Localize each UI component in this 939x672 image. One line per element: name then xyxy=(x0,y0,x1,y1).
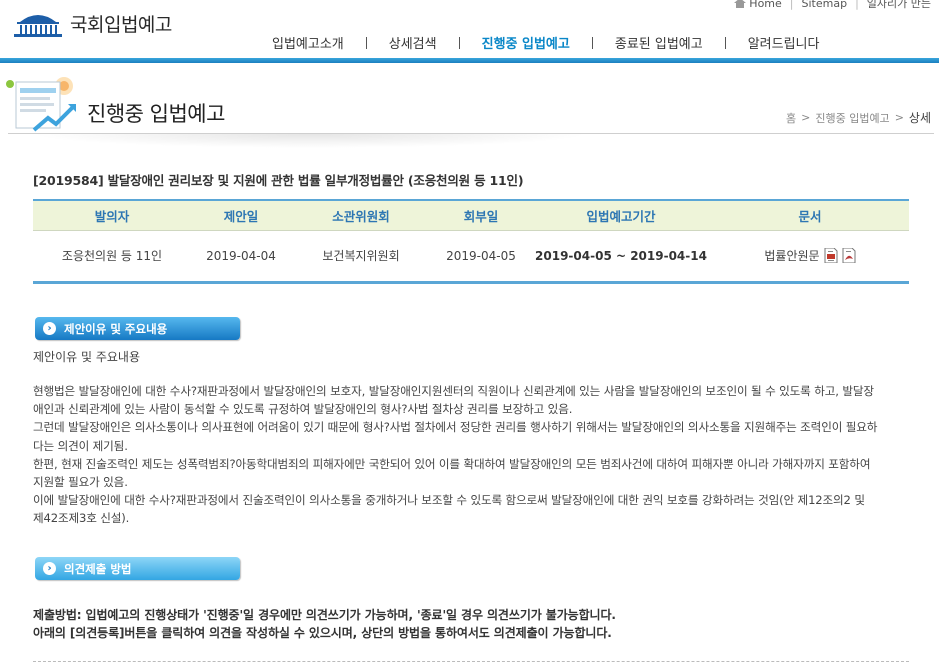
logo-text: 국회입법예고 xyxy=(70,13,172,36)
breadcrumb: 홈 > 진행중 입법예고 > 상세 xyxy=(786,109,931,126)
header-committee: 소관위원회 xyxy=(291,199,431,231)
header-period: 입법예고기간 xyxy=(531,199,711,231)
proposal-body: 현행법은 발달장애인에 대한 수사?재판과정에서 발달장애인의 보호자, 발달장… xyxy=(33,382,878,528)
home-link[interactable]: Home xyxy=(734,0,782,10)
chevron-right-icon: > xyxy=(801,111,811,124)
table-header-row: 발의자 제안일 소관위원회 회부일 입법예고기간 문서 xyxy=(33,199,909,231)
breadcrumb-current: 상세 xyxy=(908,111,931,125)
site-header: Home | Sitemap | 일자리가 만든 국회입법예고 입법예고소개 상… xyxy=(0,0,939,64)
national-assembly-logo-icon xyxy=(14,15,62,37)
page-title: 진행중 입법예고 xyxy=(87,102,225,126)
submission-line: 제출방법: 입법예고의 진행상태가 '진행중'일 경우에만 의견쓰기가 가능하며… xyxy=(33,608,616,622)
proposal-paragraph: 그런데 발달장애인은 의사소통이나 의사표현에 어려움이 있기 때문에 형사?사… xyxy=(33,420,878,453)
bill-info-table: 발의자 제안일 소관위원회 회부일 입법예고기간 문서 조응천의원 등 11인 … xyxy=(33,199,909,284)
cell-committee: 보건복지위원회 xyxy=(291,230,431,284)
page-title-area: 진행중 입법예고 홈 > 진행중 입법예고 > 상세 xyxy=(0,64,939,154)
table-row: 조응천의원 등 11인 2019-04-04 보건복지위원회 2019-04-0… xyxy=(33,230,909,284)
nav-about[interactable]: 입법예고소개 xyxy=(250,33,366,52)
submission-instructions: 제출방법: 입법예고의 진행상태가 '진행중'일 경우에만 의견쓰기가 가능하며… xyxy=(33,606,903,642)
nav-ongoing[interactable]: 진행중 입법예고 xyxy=(460,33,592,52)
proposal-reason-tab-label: 제안이유 및 주요내용 xyxy=(64,321,168,336)
cell-referral-date: 2019-04-05 xyxy=(431,230,531,284)
bill-title: [2019584] 발달장애인 권리보장 및 지원에 관한 법률 일부개정법률안… xyxy=(33,173,524,188)
header-proposed-date: 제안일 xyxy=(191,199,291,231)
cell-document: 법률안원문 xyxy=(711,230,909,284)
document-illustration-icon xyxy=(6,77,76,132)
cell-proposed-date: 2019-04-04 xyxy=(191,230,291,284)
document-label: 법률안원문 xyxy=(764,249,820,263)
nav-detailed-search[interactable]: 상세검색 xyxy=(367,33,459,52)
hwp-file-icon[interactable] xyxy=(824,248,838,263)
util-separator: | xyxy=(855,0,859,10)
header-accent-bar xyxy=(0,58,939,63)
pdf-file-icon[interactable] xyxy=(842,248,856,263)
sitemap-link[interactable]: Sitemap xyxy=(802,0,848,10)
nav-closed[interactable]: 종료된 입법예고 xyxy=(593,33,725,52)
breadcrumb-home[interactable]: 홈 xyxy=(786,110,796,126)
header-referral-date: 회부일 xyxy=(431,199,531,231)
chevron-right-icon: › xyxy=(43,562,56,575)
main-nav: 입법예고소개 상세검색 진행중 입법예고 종료된 입법예고 알려드립니다 xyxy=(250,33,841,52)
title-shadow xyxy=(30,134,590,148)
header-proposer: 발의자 xyxy=(33,199,191,231)
cell-period: 2019-04-05 ~ 2019-04-14 xyxy=(531,230,711,284)
breadcrumb-ongoing[interactable]: 진행중 입법예고 xyxy=(815,110,889,126)
chevron-right-icon: > xyxy=(894,111,904,124)
util-link-3[interactable]: 일자리가 만든 xyxy=(867,0,931,11)
site-logo[interactable]: 국회입법예고 xyxy=(12,8,172,38)
utility-links: Home | Sitemap | 일자리가 만든 xyxy=(734,0,931,11)
proposal-paragraph: 한편, 현재 진술조력인 제도는 성폭력범죄?아동학대범죄의 피해자에만 국한되… xyxy=(33,456,871,490)
submission-line: 아래의 [의견등록]버튼을 클릭하여 의견을 작성하실 수 있으시며, 상단의 … xyxy=(33,626,612,640)
dashed-divider xyxy=(33,661,909,662)
util-separator: | xyxy=(789,0,794,10)
cell-proposer: 조응천의원 등 11인 xyxy=(33,230,191,284)
home-icon xyxy=(734,0,747,8)
header-document: 문서 xyxy=(711,199,909,231)
proposal-paragraph: 현행법은 발달장애인에 대한 수사?재판과정에서 발달장애인의 보호자, 발달장… xyxy=(33,384,874,417)
nav-notice[interactable]: 알려드립니다 xyxy=(726,33,842,52)
proposal-reason-tab[interactable]: › 제안이유 및 주요내용 xyxy=(35,317,240,340)
chevron-right-icon: › xyxy=(43,322,56,335)
opinion-submission-tab-label: 의견제출 방법 xyxy=(64,561,132,576)
opinion-submission-tab[interactable]: › 의견제출 방법 xyxy=(35,557,240,580)
proposal-paragraph: 이에 발달장애인에 대한 수사?재판과정에서 진술조력인이 의사소통을 중개하거… xyxy=(33,493,865,526)
section-subtitle: 제안이유 및 주요내용 xyxy=(33,350,140,364)
